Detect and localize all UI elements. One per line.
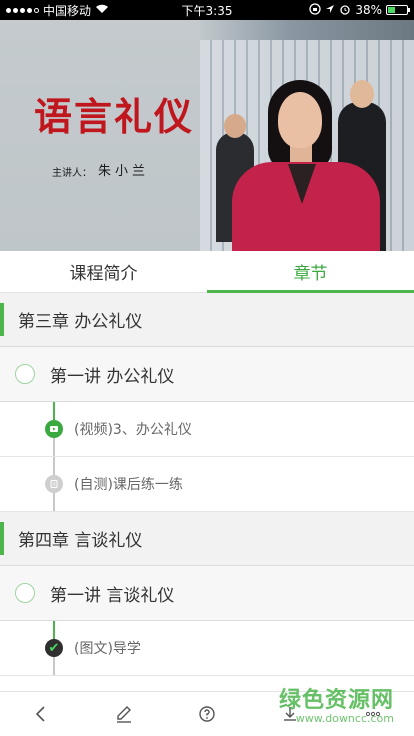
- signal-icon: [6, 7, 39, 13]
- tab-bar: 课程简介 章节: [0, 251, 414, 293]
- download-icon[interactable]: [270, 694, 310, 734]
- item-label: (图文)导学: [74, 641, 141, 657]
- lecture-status-icon: [15, 583, 35, 603]
- list-item[interactable]: (自测)课后练一练: [0, 457, 414, 512]
- bottom-toolbar: [0, 691, 414, 736]
- carrier-label: 中国移动: [43, 3, 92, 18]
- chapter-title: 第四章 言谈礼仪: [18, 531, 143, 551]
- chapter-header[interactable]: 第四章 言谈礼仪: [0, 512, 414, 566]
- rotation-lock-icon: [309, 2, 321, 18]
- presenter: [232, 80, 380, 251]
- location-icon: [325, 3, 335, 17]
- list-item[interactable]: (视频)3、办公礼仪: [0, 402, 414, 457]
- question-icon[interactable]: [187, 694, 227, 734]
- app-screen: 中国移动 下午3:35 38% 语言礼仪 主讲人： 朱小兰 课程简介 章节 第三…: [0, 0, 414, 736]
- lecture-status-icon: [15, 364, 35, 384]
- lecture-title: 第一讲 言谈礼仪: [50, 585, 175, 606]
- quiz-icon: [45, 475, 63, 493]
- video-player[interactable]: 语言礼仪 主讲人： 朱小兰: [0, 20, 414, 251]
- battery-percent: 38%: [355, 3, 382, 17]
- item-label: (自测)课后练一练: [74, 477, 183, 493]
- list-item[interactable]: ✔ (图文)导学: [0, 621, 414, 676]
- check-icon: ✔: [45, 639, 63, 657]
- chapter-list[interactable]: 第三章 办公礼仪 第一讲 办公礼仪 (视频)3、办公礼仪 (自测)课后练一练 第…: [0, 293, 414, 691]
- slide-title: 语言礼仪: [34, 94, 195, 139]
- back-icon[interactable]: [21, 694, 61, 734]
- item-label: (视频)3、办公礼仪: [74, 422, 192, 438]
- video-play-icon: [45, 420, 63, 438]
- more-icon[interactable]: [353, 694, 393, 734]
- tab-chapters[interactable]: 章节: [207, 251, 414, 293]
- alarm-icon: [339, 3, 351, 18]
- edit-icon[interactable]: [104, 694, 144, 734]
- wifi-icon: [95, 3, 109, 17]
- lecture-row[interactable]: 第一讲 办公礼仪: [0, 347, 414, 402]
- slide-lecturer-label: 主讲人：: [52, 168, 92, 179]
- chapter-header[interactable]: 第三章 办公礼仪: [0, 293, 414, 347]
- slide-lecturer-name: 朱小兰: [98, 164, 150, 179]
- status-bar: 中国移动 下午3:35 38%: [0, 0, 414, 20]
- lecture-title: 第一讲 办公礼仪: [50, 366, 175, 387]
- chapter-title: 第三章 办公礼仪: [18, 312, 143, 332]
- lecture-row[interactable]: 第一讲 言谈礼仪: [0, 566, 414, 621]
- tab-course-intro[interactable]: 课程简介: [0, 251, 207, 292]
- battery-icon: [386, 5, 410, 15]
